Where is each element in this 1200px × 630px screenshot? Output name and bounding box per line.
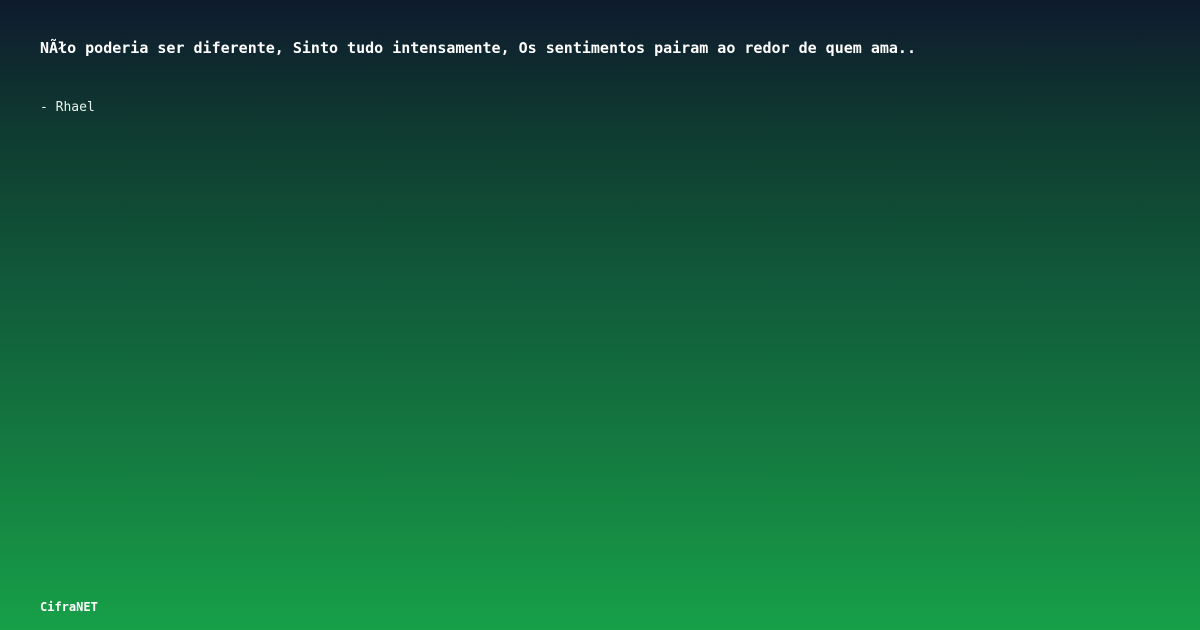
quote-text: NÃło poderia ser diferente, Sinto tudo i…	[40, 39, 916, 57]
quote-author: - Rhael	[40, 100, 95, 115]
brand-label: CifraNET	[40, 600, 98, 614]
